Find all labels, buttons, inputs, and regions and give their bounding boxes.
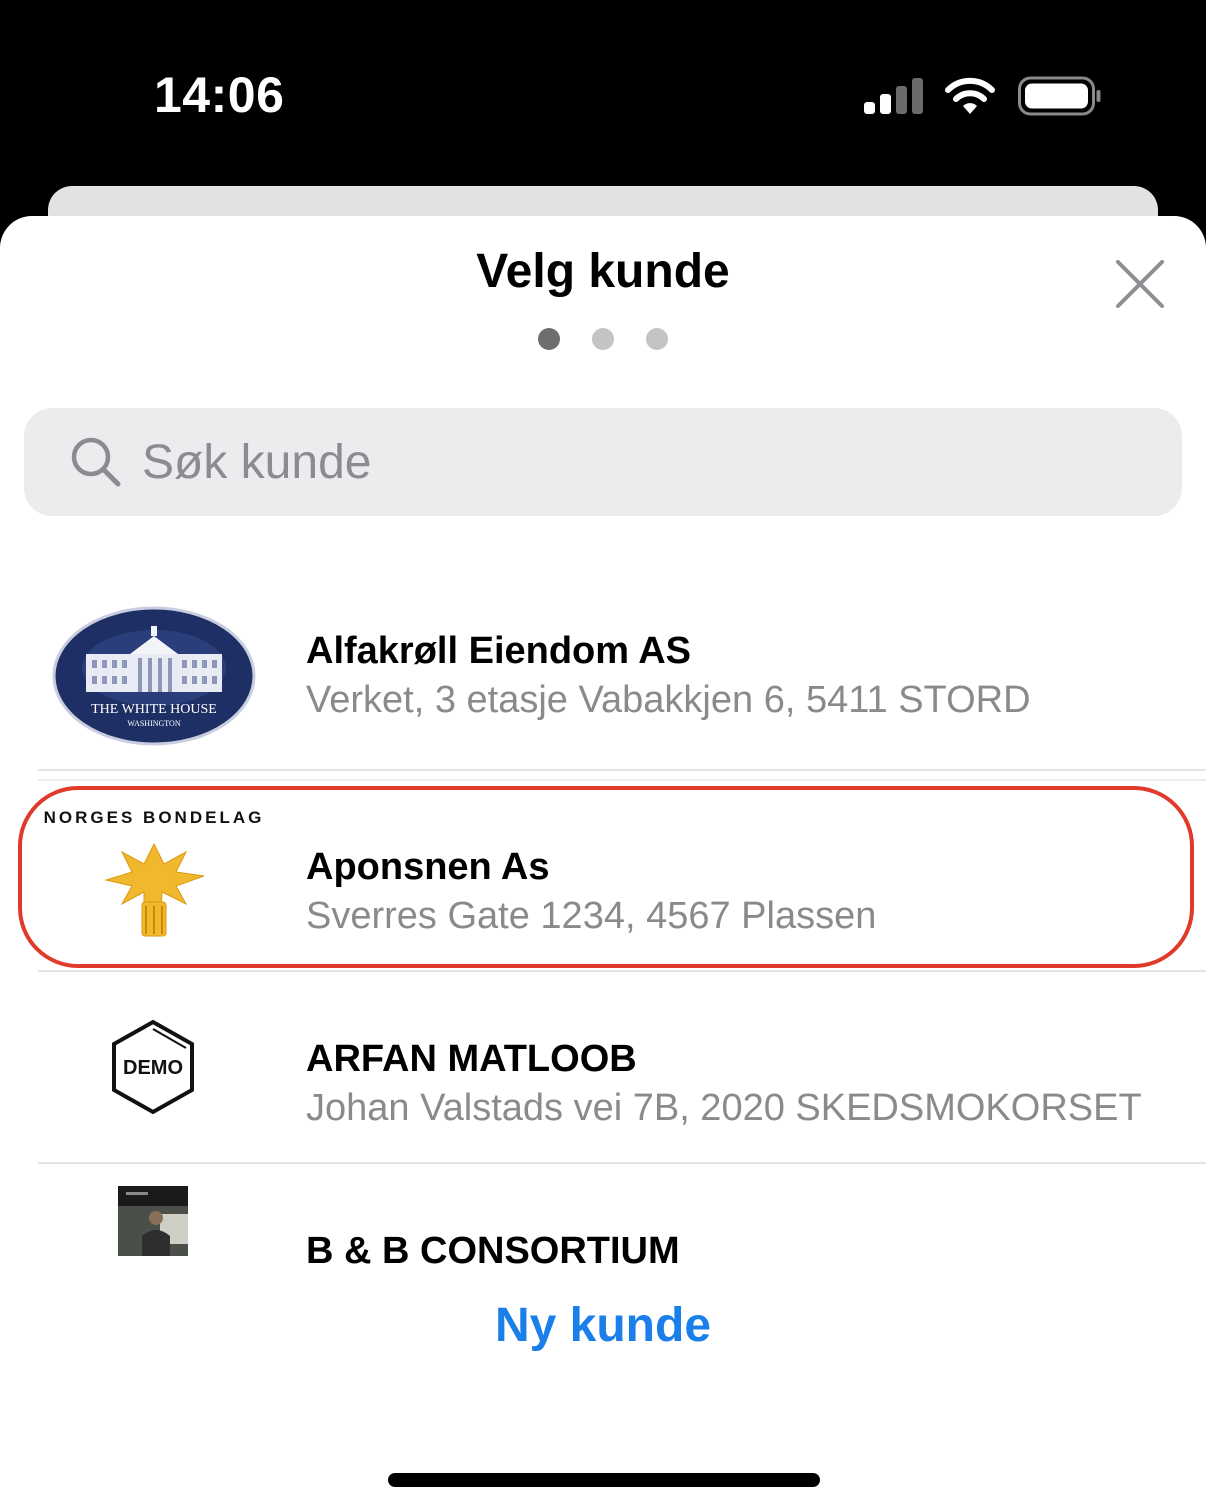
customer-name: Alfakrøll Eiendom AS — [306, 630, 691, 672]
demo-hexagon-logo: DEMO — [112, 1019, 194, 1115]
customer-name: ARFAN MATLOOB — [306, 1038, 637, 1080]
customer-name: Aponsnen As — [306, 846, 550, 888]
search-input[interactable] — [142, 434, 1142, 490]
status-bar: 14:06 — [0, 0, 1206, 190]
wifi-icon — [945, 77, 995, 114]
white-house-seal-logo: THE WHITE HOUSE WASHINGTON — [52, 606, 256, 746]
page-dot-3[interactable] — [646, 328, 668, 350]
customer-address: Johan Valstads vei 7B, 2020 SKEDSMOKORSE… — [306, 1087, 1142, 1129]
photo-thumbnail-image — [118, 1186, 188, 1256]
list-divider — [38, 769, 1206, 771]
customer-address: Sverres Gate 1234, 4567 Plassen — [306, 895, 877, 937]
norges-bondelag-logo: NORGES BONDELAG — [44, 808, 265, 937]
logo-text: NORGES BONDELAG — [44, 808, 265, 827]
page-indicator — [0, 328, 1206, 350]
search-bar[interactable] — [24, 408, 1182, 516]
customer-address: Verket, 3 etasje Vabakkjen 6, 5411 STORD — [306, 679, 1031, 721]
customer-row[interactable]: THE WHITE HOUSE WASHINGTON Alfakrøll Eie… — [0, 578, 1206, 770]
cellular-signal-icon — [864, 78, 924, 114]
sheet-title: Velg kunde — [476, 245, 730, 298]
close-icon[interactable] — [1108, 252, 1172, 316]
logo-text: DEMO — [123, 1057, 183, 1079]
customer-picker-sheet: Velg kunde TH — [0, 216, 1206, 1512]
logo-text: THE WHITE HOUSE — [91, 702, 217, 717]
page-dot-2[interactable] — [592, 328, 614, 350]
logo-subtext: WASHINGTON — [127, 719, 180, 728]
home-indicator — [388, 1473, 820, 1487]
customer-row[interactable]: DEMO ARFAN MATLOOB Johan Valstads vei 7B… — [0, 972, 1206, 1164]
new-customer-button[interactable]: Ny kunde — [0, 1298, 1206, 1353]
battery-icon — [1018, 76, 1101, 116]
page-dot-1[interactable] — [538, 328, 560, 350]
customer-row[interactable]: NORGES BONDELAG Aponsnen As Sverres Gate… — [0, 780, 1206, 972]
search-icon — [71, 437, 121, 487]
customer-name: B & B CONSORTIUM — [306, 1230, 680, 1272]
status-time: 14:06 — [154, 67, 285, 123]
